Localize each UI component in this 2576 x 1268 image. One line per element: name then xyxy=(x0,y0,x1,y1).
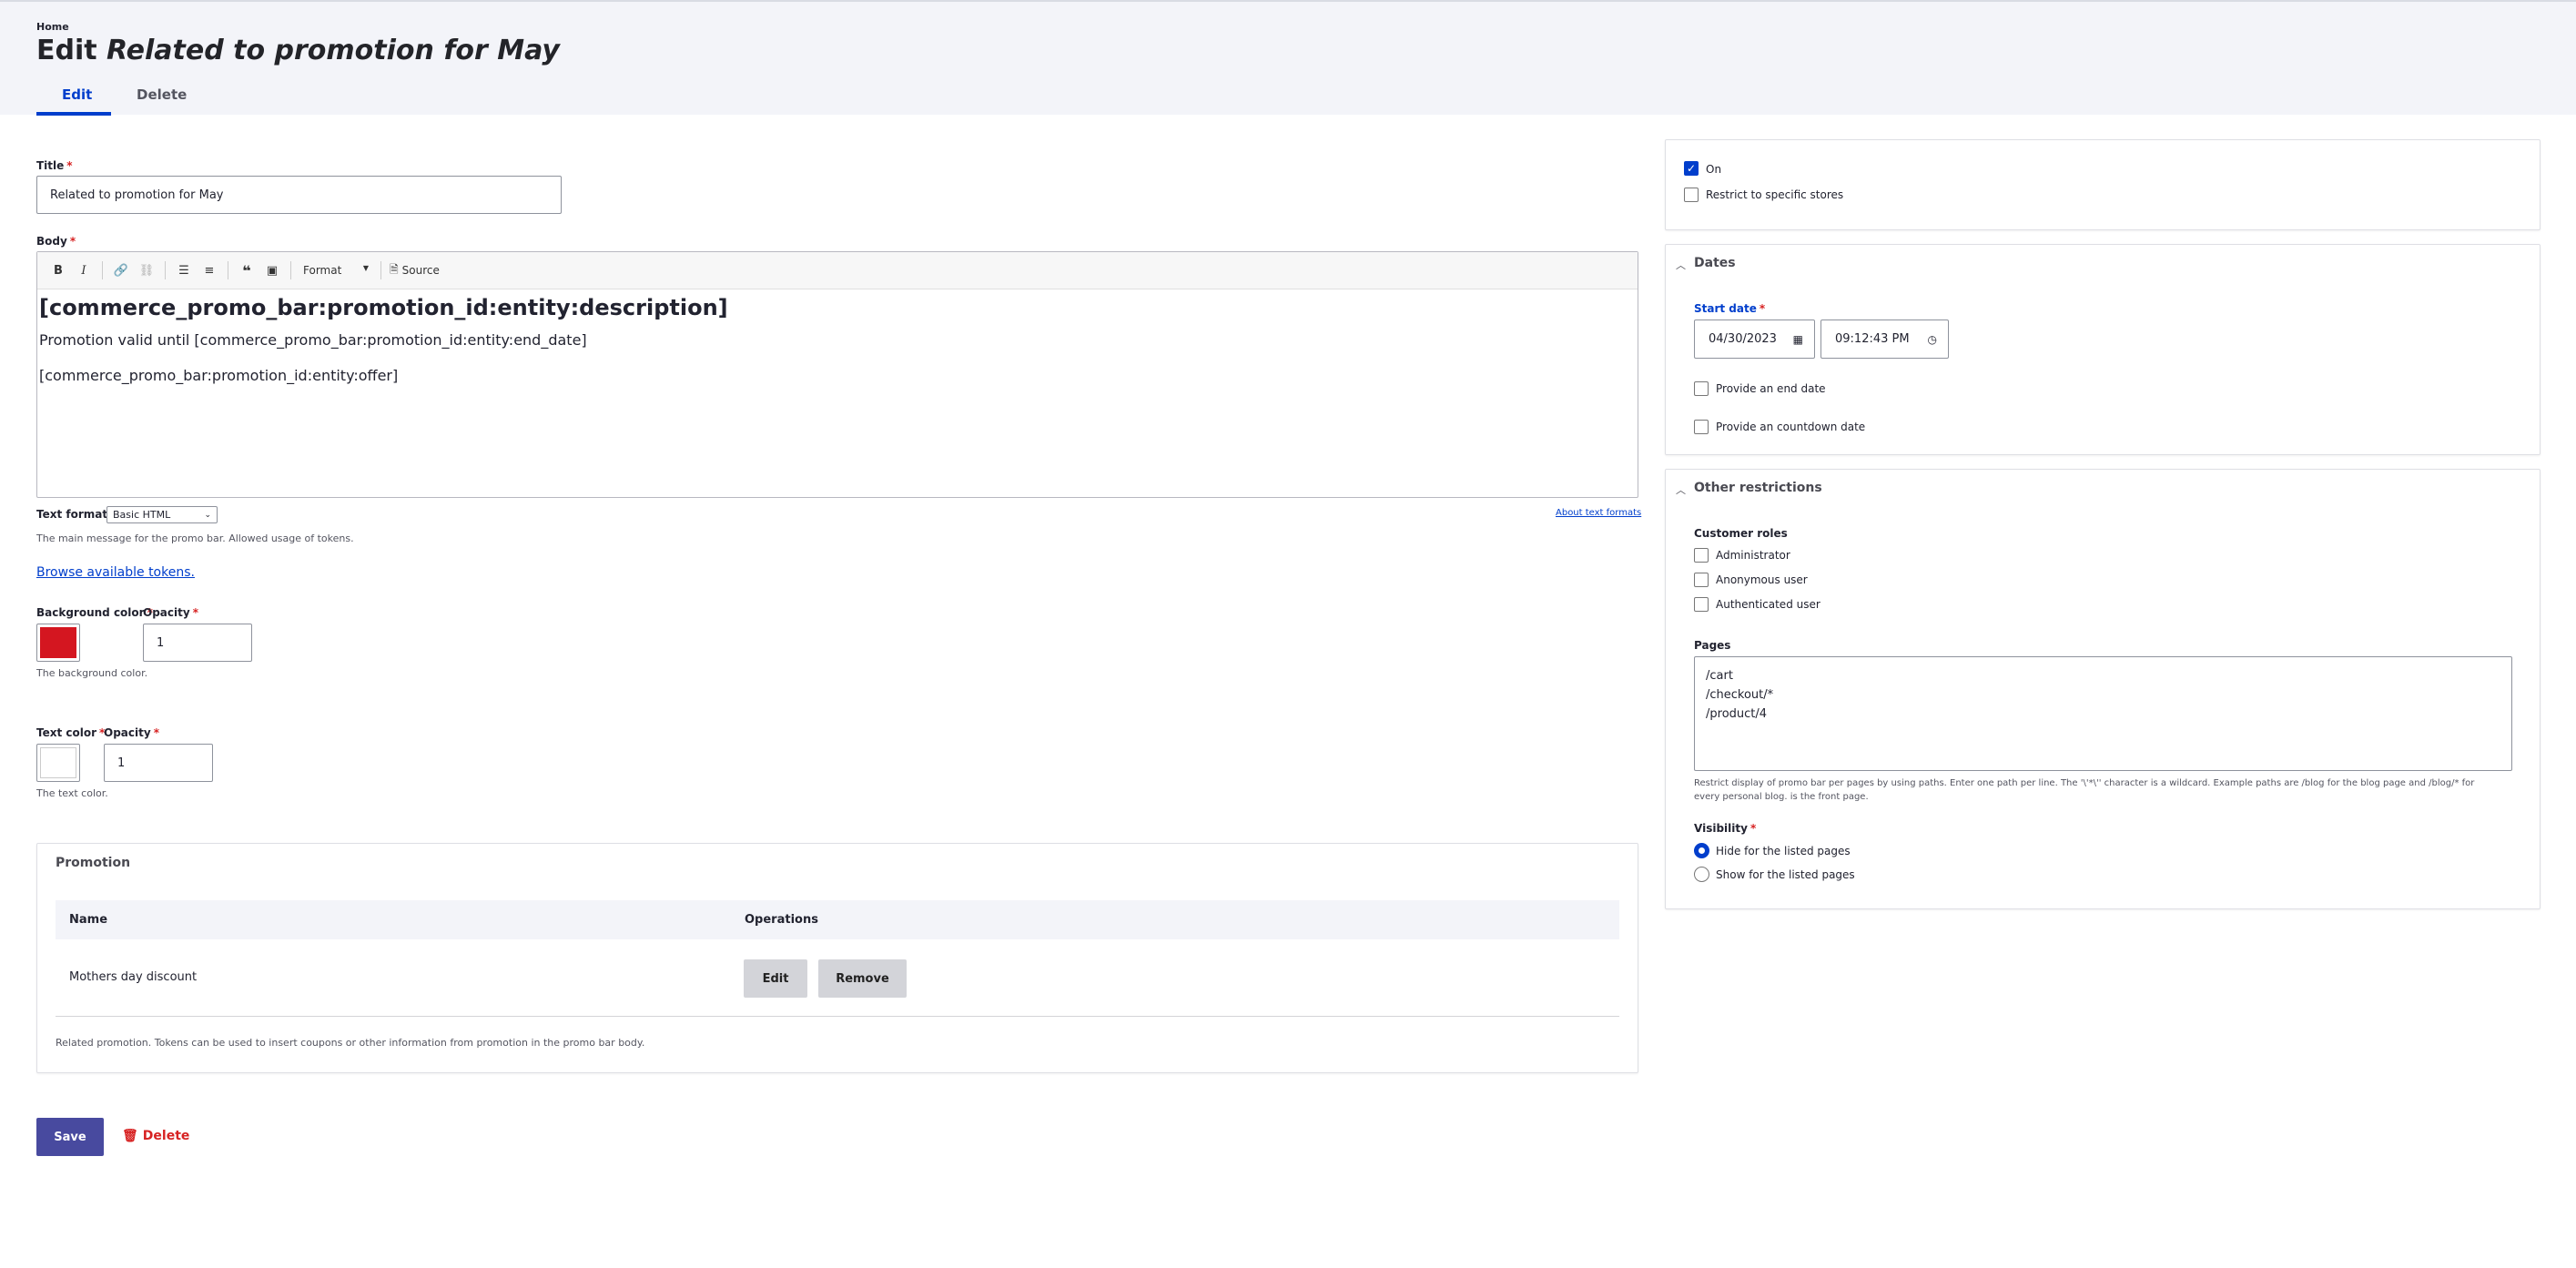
text-opacity-input[interactable]: 1 xyxy=(104,744,213,782)
blockquote-icon[interactable]: ❝ xyxy=(237,260,257,280)
start-date-label: Start date * xyxy=(1694,302,1766,315)
caret-down-icon: ▼ xyxy=(362,264,369,272)
restrict-stores-label: Restrict to specific stores xyxy=(1706,188,1844,201)
countdown-label: Provide an countdown date xyxy=(1716,421,1866,433)
restrict-stores-checkbox[interactable] xyxy=(1684,188,1699,202)
text-opacity-label: Opacity * xyxy=(104,726,159,739)
role-administrator-checkbox[interactable] xyxy=(1694,548,1709,563)
bold-icon[interactable]: B xyxy=(48,260,68,280)
page-title-prefix: Edit xyxy=(36,35,97,66)
body-line-2: [commerce_promo_bar:promotion_id:entity:… xyxy=(39,367,399,384)
tab-edit[interactable]: Edit xyxy=(62,86,92,103)
start-date-input[interactable]: 04/30/2023 ▦ xyxy=(1694,320,1815,359)
chevron-up-icon[interactable]: ︿ xyxy=(1676,258,1686,272)
editor-toolbar: B I 🔗 ⛓ ☰ ≡ ❝ ▣ Format ▼ 🗎 Source xyxy=(37,252,1638,289)
numbered-list-icon[interactable]: ≡ xyxy=(199,260,219,280)
bg-color-swatch xyxy=(40,627,76,658)
remove-promotion-button[interactable]: Remove xyxy=(818,959,907,998)
role-administrator-label: Administrator xyxy=(1716,549,1790,562)
format-dropdown[interactable]: Format ▼ xyxy=(299,264,372,277)
source-button[interactable]: 🗎 Source xyxy=(390,261,440,280)
title-input[interactable]: Related to promotion for May xyxy=(36,176,562,214)
end-date-label: Provide an end date xyxy=(1716,382,1826,395)
pages-label: Pages xyxy=(1694,639,1731,652)
edit-promotion-button[interactable]: Edit xyxy=(744,959,807,998)
dates-title[interactable]: Dates xyxy=(1694,256,1736,270)
delete-link[interactable]: 🗑 Delete xyxy=(122,1129,189,1143)
visibility-show-radio[interactable] xyxy=(1694,867,1709,882)
text-format-label: Text format xyxy=(36,508,108,521)
title-label: Title * xyxy=(36,159,73,172)
page-title: Edit Related to promotion for May xyxy=(36,35,560,66)
role-authenticated-label: Authenticated user xyxy=(1716,598,1820,611)
role-authenticated-checkbox[interactable] xyxy=(1694,597,1709,612)
chevron-up-icon[interactable]: ︿ xyxy=(1676,482,1686,497)
other-restrictions-title[interactable]: Other restrictions xyxy=(1694,481,1822,495)
promotion-name-cell: Mothers day discount xyxy=(69,970,198,984)
on-checkbox[interactable]: ✓ xyxy=(1684,161,1699,176)
toolbar-divider xyxy=(165,261,166,279)
toolbar-divider xyxy=(290,261,291,279)
promotion-legend: Promotion xyxy=(56,856,131,870)
body-line-1: Promotion valid until [commerce_promo_ba… xyxy=(39,331,587,349)
active-tab-indicator xyxy=(36,112,111,116)
page-path: /checkout/* xyxy=(1706,688,1774,702)
breadcrumb[interactable]: Home xyxy=(36,21,69,33)
page-title-entity: Related to promotion for May xyxy=(106,35,560,66)
visibility-hide-label: Hide for the listed pages xyxy=(1716,845,1851,857)
end-date-checkbox[interactable] xyxy=(1694,381,1709,396)
bg-opacity-input[interactable]: 1 xyxy=(143,624,252,662)
body-description: The main message for the promo bar. Allo… xyxy=(36,533,354,544)
browse-tokens-link[interactable]: Browse available tokens. xyxy=(36,565,195,580)
toolbar-divider xyxy=(102,261,103,279)
table-divider xyxy=(56,1016,1619,1017)
visibility-label: Visibility * xyxy=(1694,822,1757,835)
bg-color-description: The background color. xyxy=(36,667,148,679)
start-time-input[interactable]: 09:12:43 PM ◷ xyxy=(1820,320,1949,359)
editor-content[interactable]: [commerce_promo_bar:promotion_id:entity:… xyxy=(37,289,1638,388)
tab-delete[interactable]: Delete xyxy=(137,86,187,103)
toolbar-divider xyxy=(380,261,381,279)
column-operations-header: Operations xyxy=(745,913,818,927)
clock-icon: ◷ xyxy=(1927,332,1937,346)
bg-color-picker[interactable] xyxy=(36,624,80,662)
text-color-swatch xyxy=(40,747,76,778)
countdown-checkbox[interactable] xyxy=(1694,420,1709,434)
about-text-formats-link[interactable]: About text formats xyxy=(1556,508,1641,518)
italic-icon[interactable]: I xyxy=(74,260,94,280)
pages-textarea[interactable]: /cart /checkout/* /product/4 xyxy=(1694,656,2512,771)
on-label: On xyxy=(1706,163,1722,176)
text-format-select[interactable]: Basic HTML ⌄ xyxy=(106,506,218,523)
table-header xyxy=(56,900,1619,939)
link-icon[interactable]: 🔗 xyxy=(111,260,131,280)
body-heading: [commerce_promo_bar:promotion_id:entity:… xyxy=(39,295,728,320)
status-panel xyxy=(1665,139,2541,230)
unlink-icon[interactable]: ⛓ xyxy=(137,260,157,280)
text-color-picker[interactable] xyxy=(36,744,80,782)
customer-roles-label: Customer roles xyxy=(1694,527,1788,540)
page-path: /product/4 xyxy=(1706,707,1768,721)
pages-description: Restrict display of promo bar per pages … xyxy=(1694,778,2475,802)
visibility-hide-radio[interactable] xyxy=(1694,843,1709,858)
visibility-show-label: Show for the listed pages xyxy=(1716,868,1855,881)
text-color-label: Text color * xyxy=(36,726,106,739)
chevron-down-icon: ⌄ xyxy=(204,510,211,520)
page-header: Home Edit Related to promotion for May E… xyxy=(0,0,2576,116)
bg-opacity-label: Opacity * xyxy=(143,606,198,619)
save-button[interactable]: Save xyxy=(36,1118,104,1156)
body-label: Body * xyxy=(36,235,76,248)
trash-icon: 🗑 xyxy=(122,1129,138,1143)
body-editor: B I 🔗 ⛓ ☰ ≡ ❝ ▣ Format ▼ 🗎 Source [commerc… xyxy=(36,251,1638,498)
column-name-header: Name xyxy=(69,913,108,927)
image-icon[interactable]: ▣ xyxy=(262,260,282,280)
calendar-icon: ▦ xyxy=(1792,332,1803,346)
source-icon: 🗎 xyxy=(390,262,399,276)
bulleted-list-icon[interactable]: ☰ xyxy=(174,260,194,280)
promotion-description: Related promotion. Tokens can be used to… xyxy=(56,1037,645,1049)
role-anonymous-checkbox[interactable] xyxy=(1694,573,1709,587)
text-color-description: The text color. xyxy=(36,787,108,799)
page-path: /cart xyxy=(1706,669,1733,683)
role-anonymous-label: Anonymous user xyxy=(1716,573,1808,586)
bg-color-label: Background color * xyxy=(36,606,153,619)
